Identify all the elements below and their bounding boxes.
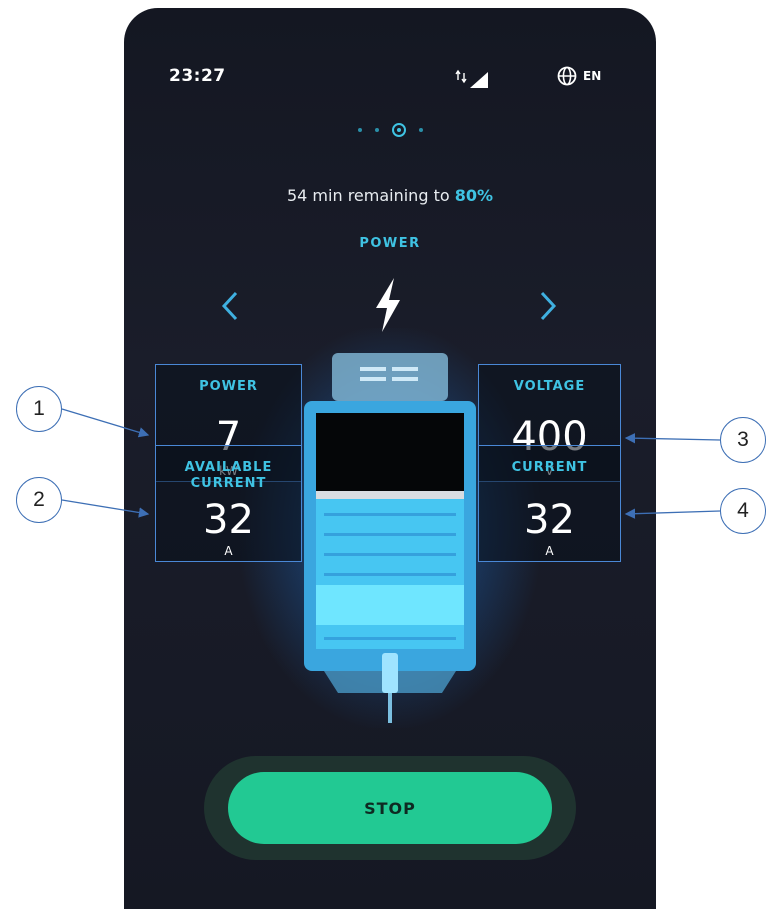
callout-1: 1 (16, 386, 62, 432)
callout-2: 2 (16, 477, 62, 523)
callout-4: 4 (720, 488, 766, 534)
callout-3: 3 (720, 417, 766, 463)
callout-arrows (61, 408, 721, 519)
